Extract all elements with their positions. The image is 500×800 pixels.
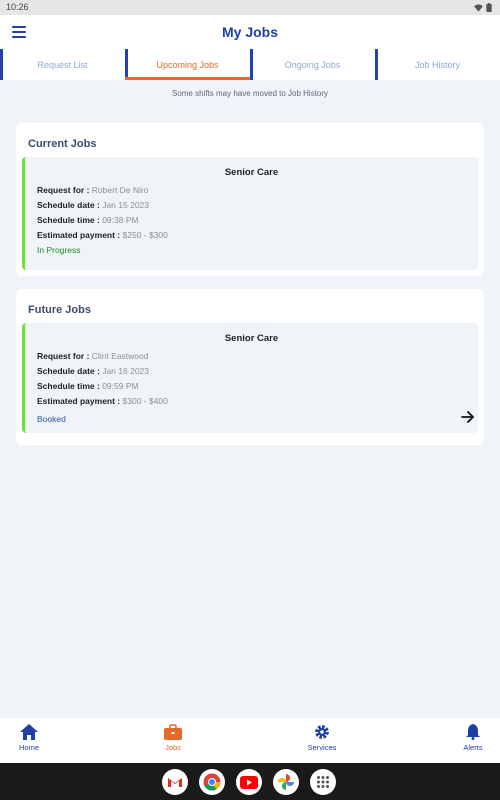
schedule-time-row: Schedule time : 09:38 PM — [37, 215, 139, 225]
tab-label: Request List — [37, 60, 88, 70]
current-jobs-heading: Current Jobs — [28, 138, 97, 150]
request-for-row: Request for : Robert De Niro — [37, 185, 149, 195]
future-job-item[interactable]: Senior Care Request for : Clint Eastwood… — [22, 323, 478, 433]
status-bar: 10:26 — [0, 0, 500, 15]
youtube-icon[interactable] — [236, 769, 262, 795]
chrome-icon[interactable] — [199, 769, 225, 795]
current-jobs-card: Current Jobs Senior Care Request for : R… — [16, 123, 484, 276]
payment-row: Estimated payment : $300 - $400 — [37, 396, 168, 406]
system-dock — [0, 763, 500, 800]
nav-alerts[interactable]: Alerts — [456, 724, 490, 752]
arrow-right-icon[interactable] — [461, 411, 475, 423]
tab-ongoing-jobs[interactable]: Ongoing Jobs — [250, 49, 375, 80]
nav-label: Jobs — [165, 743, 181, 752]
future-jobs-card: Future Jobs Senior Care Request for : Cl… — [16, 289, 484, 445]
gear-icon — [315, 725, 329, 739]
tab-request-list[interactable]: Request List — [0, 49, 125, 80]
nav-services[interactable]: Services — [300, 724, 344, 752]
gmail-icon[interactable] — [162, 769, 188, 795]
job-service: Senior Care — [224, 167, 279, 178]
request-for-row: Request for : Clint Eastwood — [37, 351, 149, 361]
app-bar: My Jobs — [0, 15, 500, 49]
schedule-time-row: Schedule time : 09:59 PM — [37, 381, 139, 391]
schedule-date-row: Schedule date : Jan 16 2023 — [37, 366, 149, 376]
wifi-icon — [474, 3, 483, 12]
page-title: My Jobs — [221, 24, 278, 40]
tab-label: Ongoing Jobs — [284, 60, 341, 70]
nav-jobs[interactable]: Jobs — [156, 724, 190, 752]
app-drawer-icon[interactable] — [310, 769, 336, 795]
tab-job-history[interactable]: Job History — [375, 49, 500, 80]
job-tabs: Request List Upcoming Jobs Ongoing Jobs … — [0, 49, 500, 80]
nav-label: Home — [18, 743, 39, 752]
bottom-navigation: Home Jobs Services Alerts — [0, 718, 500, 763]
battery-icon — [486, 3, 492, 12]
active-tab-indicator — [125, 77, 250, 80]
nav-home[interactable]: Home — [12, 724, 46, 752]
job-service: Senior Care — [224, 333, 279, 344]
tab-label: Upcoming Jobs — [156, 60, 219, 70]
photos-icon[interactable] — [273, 769, 299, 795]
job-status: In Progress — [37, 245, 81, 255]
tab-upcoming-jobs[interactable]: Upcoming Jobs — [125, 49, 250, 80]
future-jobs-heading: Future Jobs — [28, 304, 91, 316]
home-icon — [20, 724, 38, 740]
schedule-date-row: Schedule date : Jan 15 2023 — [37, 200, 149, 210]
briefcase-icon — [164, 724, 182, 740]
current-job-item[interactable]: Senior Care Request for : Robert De Niro… — [22, 157, 478, 270]
nav-label: Services — [307, 743, 337, 752]
job-status: Booked — [37, 414, 66, 424]
status-time: 10:26 — [6, 2, 29, 12]
nav-label: Alerts — [463, 743, 483, 752]
bell-icon — [466, 724, 480, 740]
payment-row: Estimated payment : $250 - $300 — [37, 230, 168, 240]
job-history-notice: Some shifts may have moved to Job Histor… — [171, 89, 329, 98]
tab-label: Job History — [414, 60, 460, 70]
system-icons — [474, 3, 492, 12]
